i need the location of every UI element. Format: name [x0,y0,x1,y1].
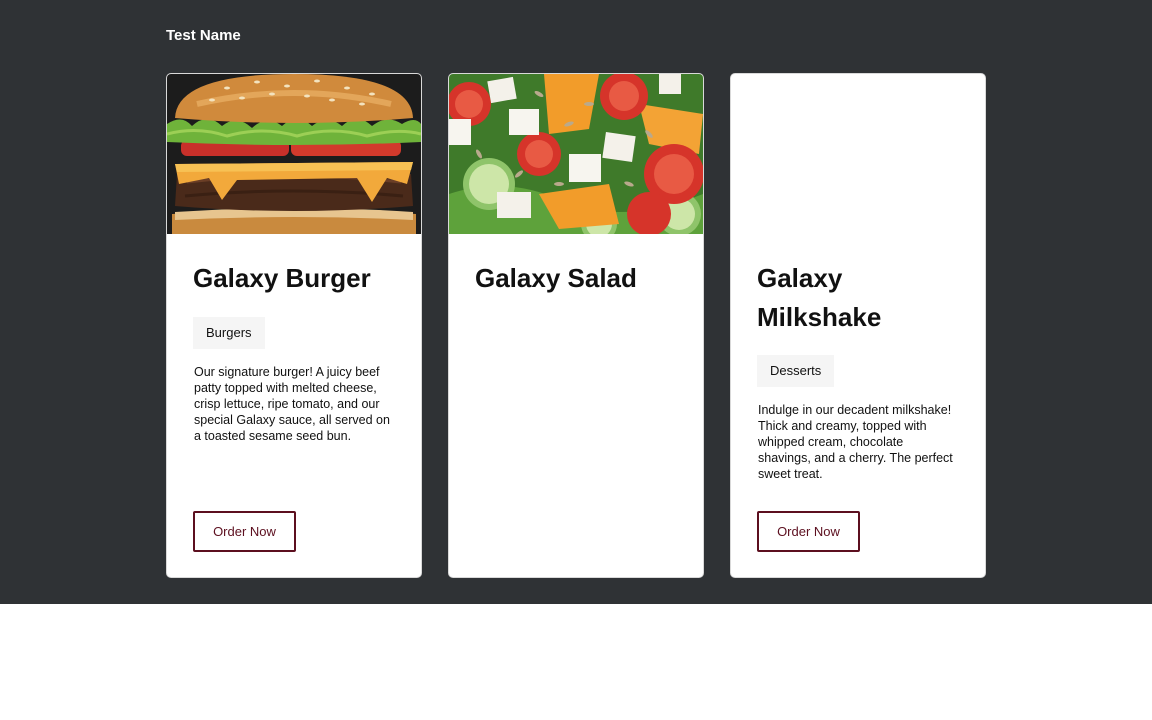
order-now-button[interactable]: Order Now [193,511,296,552]
milkshake-image-placeholder [731,74,985,234]
card-title: Galaxy Salad [475,263,637,293]
card-title: Galaxy Milkshake [757,263,882,332]
page-background: Test Name Galaxy Burger Burgers Our sign… [0,0,1152,604]
menu-card-salad: Galaxy Salad [448,73,704,578]
site-name: Test Name [166,27,241,44]
card-description: Indulge in our decadent milkshake! Thick… [758,403,953,481]
card-description: Our signature burger! A juicy beef patty… [194,365,390,443]
card-title: Galaxy Burger [193,263,371,293]
burger-image [167,74,421,234]
category-tag: Desserts [757,355,835,387]
category-tag: Burgers [193,317,265,349]
order-now-button[interactable]: Order Now [757,511,860,552]
menu-card-milkshake: Galaxy Milkshake Desserts Indulge in our… [730,73,986,578]
salad-image [449,74,703,234]
menu-card-burger: Galaxy Burger Burgers Our signature burg… [166,73,422,578]
